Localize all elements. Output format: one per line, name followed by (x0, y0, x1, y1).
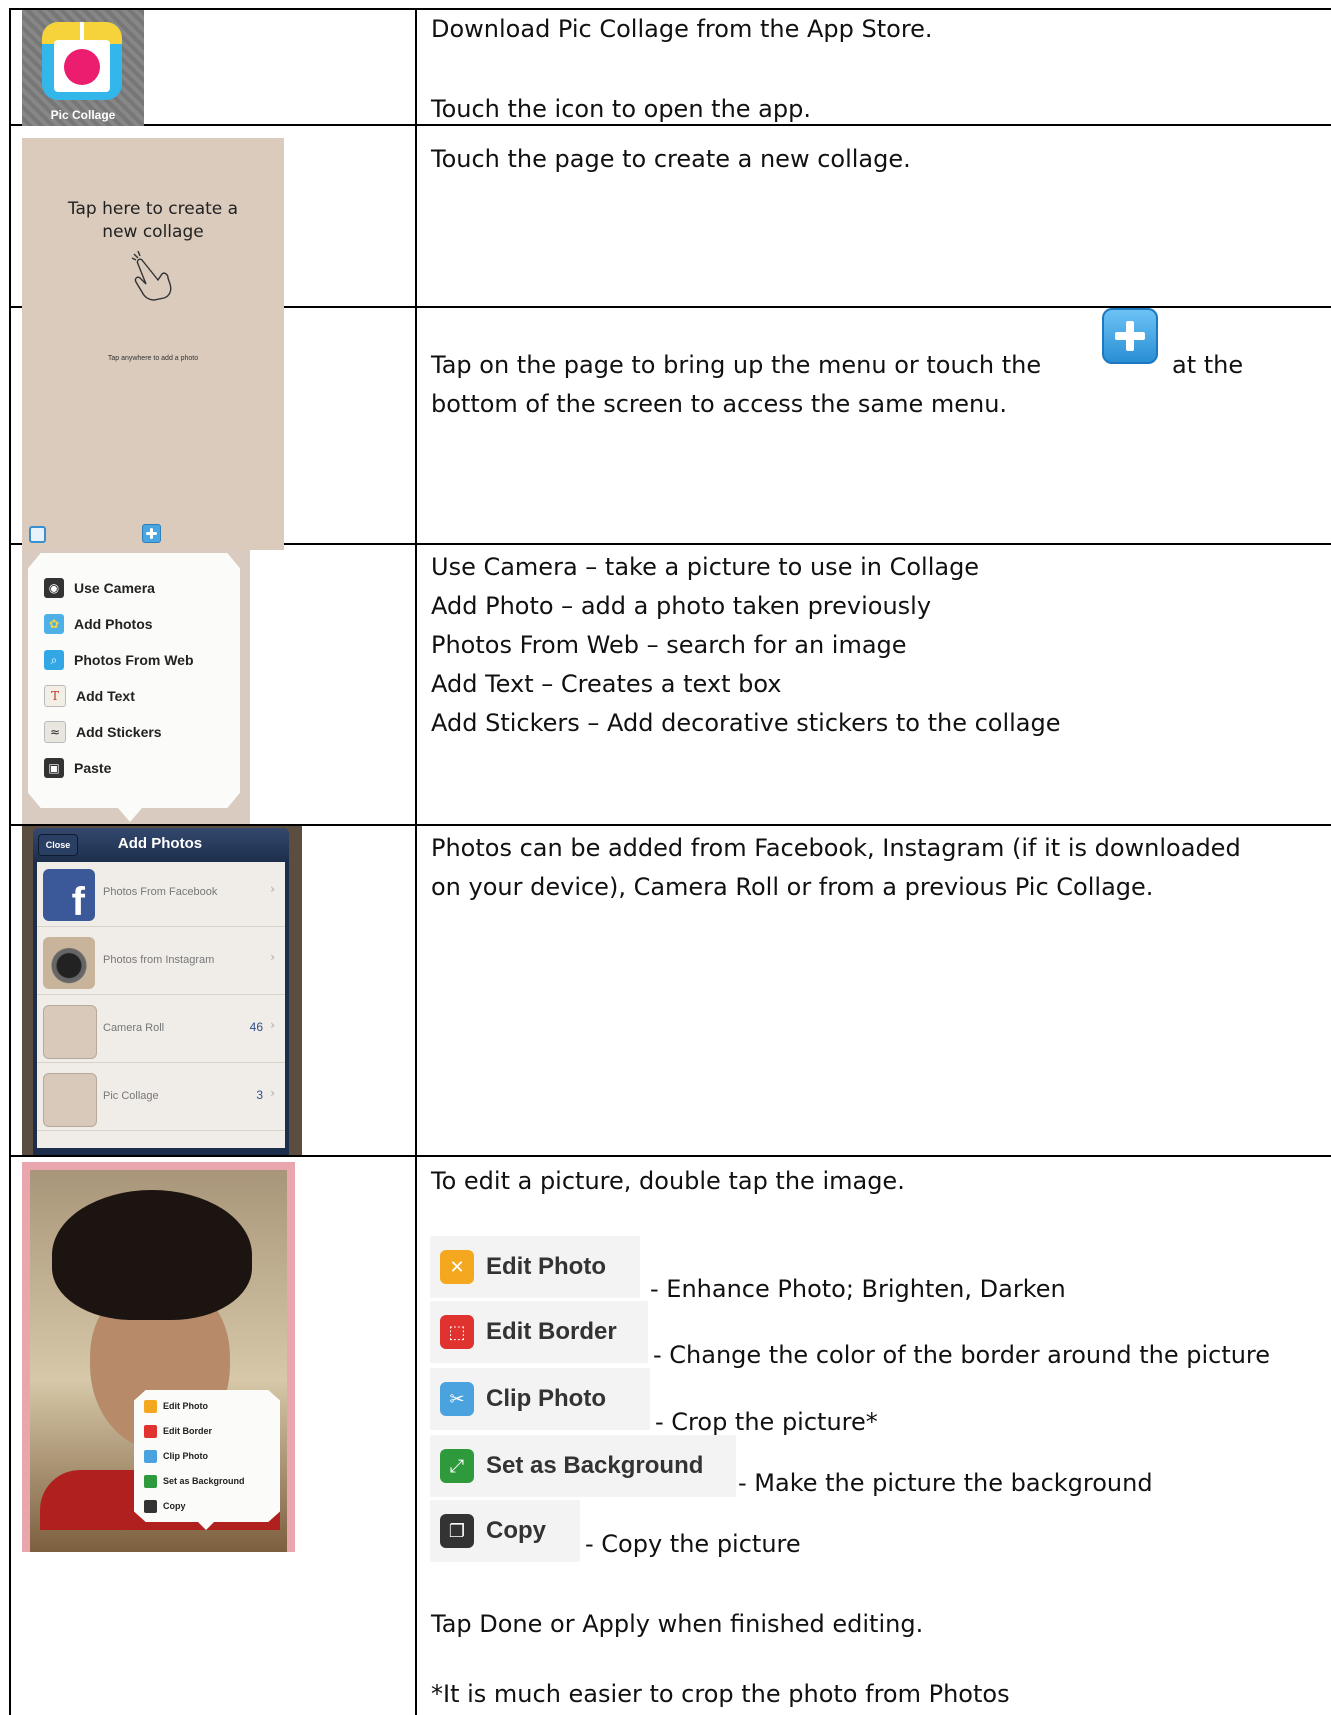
popup-clip-photo[interactable]: Clip Photo (144, 1448, 208, 1464)
copy-icon (144, 1499, 157, 1513)
menu-add-stickers[interactable]: ≈ Add Stickers (44, 721, 162, 743)
row4-line2: Add Photo – add a photo taken previously (431, 592, 932, 620)
source-pic-collage[interactable]: Pic Collage 3 › (37, 1068, 285, 1131)
facebook-icon: f (43, 869, 95, 924)
chevron-right-icon: › (270, 882, 275, 896)
plus-button-icon[interactable] (1102, 308, 1158, 364)
menu-paste[interactable]: ▣ Paste (44, 757, 111, 779)
wand-icon (144, 1399, 157, 1413)
chevron-right-icon: › (270, 1018, 275, 1032)
clip-photo-button[interactable]: ✂ Clip Photo (430, 1368, 650, 1430)
copy-desc: - Copy the picture (585, 1530, 801, 1558)
popup-set-background[interactable]: Set as Background (144, 1473, 245, 1489)
row1-line2: Touch the icon to open the app. (431, 95, 811, 123)
menu-use-camera[interactable]: ◉ Use Camera (44, 577, 155, 599)
edit-photo-button[interactable]: ✕ Edit Photo (430, 1236, 640, 1298)
edit-border-desc: - Change the color of the border around … (653, 1341, 1271, 1369)
row4-line5: Add Stickers – Add decorative stickers t… (431, 709, 1061, 737)
app-icon-label: Pic Collage (50, 108, 116, 122)
row6-intro: To edit a picture, double tap the image. (431, 1167, 905, 1195)
chevron-right-icon: › (270, 1086, 275, 1100)
popup-tail (118, 808, 142, 822)
row2-line1: Touch the page to create a new collage. (431, 145, 911, 173)
row1-line1: Download Pic Collage from the App Store. (431, 15, 933, 43)
search-icon: ⌕ (44, 650, 64, 670)
camera-icon: ◉ (44, 578, 64, 598)
popup-edit-photo[interactable]: Edit Photo (144, 1398, 208, 1414)
row3-line1-post: at the (1172, 351, 1244, 379)
scissors-icon (144, 1449, 157, 1463)
menu-photos-from-web[interactable]: ⌕ Photos From Web (44, 649, 194, 671)
camera-roll-thumbnail (43, 1005, 97, 1059)
source-facebook[interactable]: f Photos From Facebook › (37, 864, 285, 927)
source-instagram[interactable]: Photos from Instagram › (37, 932, 285, 995)
instagram-icon (43, 937, 95, 989)
row4-line1: Use Camera – take a picture to use in Co… (431, 553, 980, 581)
paste-icon: ▣ (44, 758, 64, 778)
pic-collage-thumbnail (43, 1073, 97, 1127)
wand-icon: ✕ (440, 1250, 474, 1284)
add-photos-title: Add Photos (117, 835, 203, 852)
close-button[interactable]: Close (38, 834, 78, 856)
expand-icon (144, 1474, 157, 1488)
row3-line2: bottom of the screen to access the same … (431, 390, 1008, 418)
pic-collage-icon (42, 22, 122, 100)
row5-line2: on your device), Camera Roll or from a p… (431, 873, 1154, 901)
photo-count: 3 (256, 1088, 263, 1102)
expand-icon: ⤢ (440, 1449, 474, 1483)
layout-icon[interactable] (29, 526, 46, 543)
row5-line1: Photos can be added from Facebook, Insta… (431, 834, 1241, 862)
popup-edit-border[interactable]: Edit Border (144, 1423, 212, 1439)
copy-icon: ❐ (440, 1514, 474, 1548)
border-icon (144, 1424, 157, 1438)
sunflower-icon: ✿ (44, 614, 64, 634)
row3-line1-pre: Tap on the page to bring up the menu or … (431, 351, 1042, 379)
table-border-left (9, 8, 11, 1715)
screen-title-line2: new collage (102, 222, 204, 242)
row6-done: Tap Done or Apply when finished editing. (431, 1610, 924, 1638)
mustache-icon: ≈ (44, 721, 66, 743)
screen-title-line1: Tap here to create a (67, 199, 239, 219)
menu-add-photos[interactable]: ✿ Add Photos (44, 613, 153, 635)
copy-button[interactable]: ❐ Copy (430, 1500, 580, 1562)
popup-tail (197, 1521, 215, 1530)
column-divider (415, 8, 417, 1715)
chevron-right-icon: › (270, 950, 275, 964)
row6-note: *It is much easier to crop the photo fro… (431, 1680, 1010, 1708)
source-camera-roll[interactable]: Camera Roll 46 › (37, 1000, 285, 1063)
border-icon: ⬚ (440, 1315, 474, 1349)
menu-add-text[interactable]: T Add Text (44, 685, 135, 707)
add-plus-button[interactable] (142, 524, 161, 543)
hand-pointer-icon (131, 250, 172, 301)
app-icon-tile[interactable]: Pic Collage (22, 10, 144, 126)
edit-border-button[interactable]: ⬚ Edit Border (430, 1301, 648, 1363)
scissors-icon: ✂ (440, 1382, 474, 1416)
popup-copy[interactable]: Copy (144, 1498, 186, 1514)
photo-count: 46 (249, 1020, 263, 1034)
row4-line4: Add Text – Creates a text box (431, 670, 782, 698)
row4-line3: Photos From Web – search for an image (431, 631, 907, 659)
edit-photo-desc: - Enhance Photo; Brighten, Darken (650, 1275, 1066, 1303)
screen-hint: Tap anywhere to add a photo (107, 355, 199, 362)
row-divider (9, 1155, 1331, 1157)
set-as-background-button[interactable]: ⤢ Set as Background (430, 1435, 736, 1497)
text-icon: T (44, 685, 66, 707)
set-as-background-desc: - Make the picture the background (738, 1469, 1153, 1497)
